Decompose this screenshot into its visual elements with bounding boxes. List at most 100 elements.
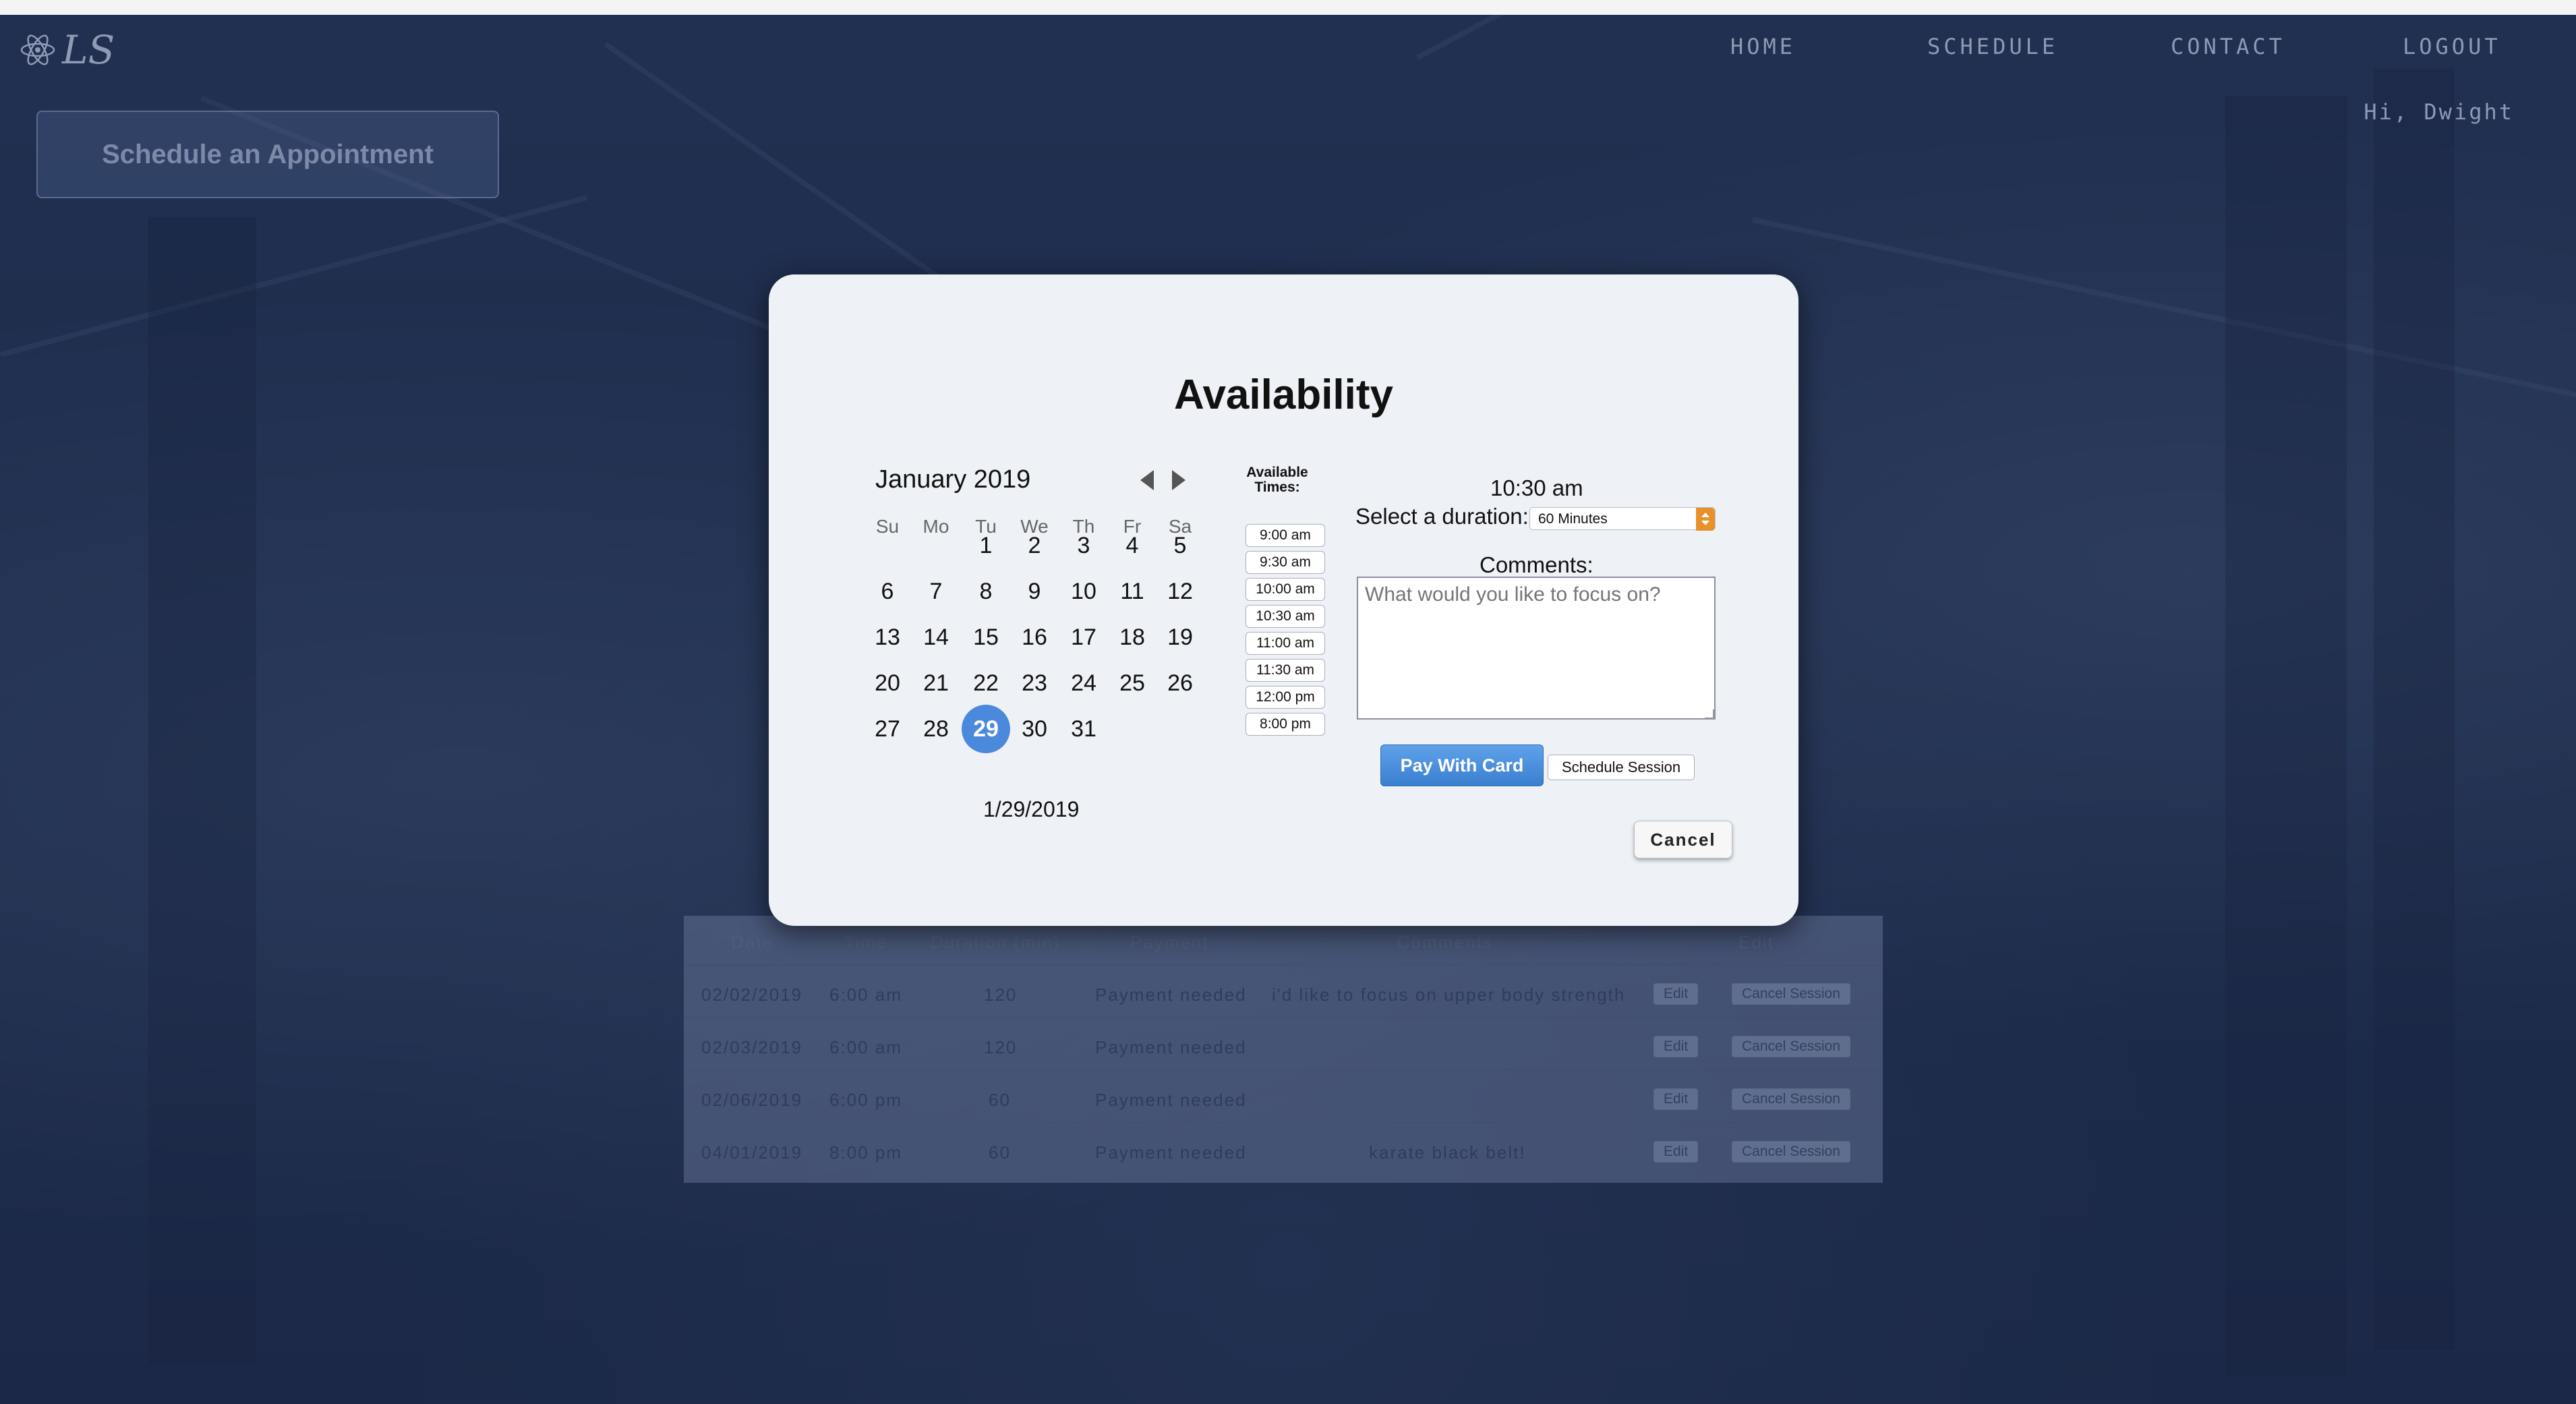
calendar-day[interactable]: 12 xyxy=(1156,567,1204,616)
calendar-day[interactable]: 16 xyxy=(1010,613,1059,662)
selected-date: 1/29/2019 xyxy=(983,797,1080,821)
calendar-day[interactable]: 20 xyxy=(863,659,912,707)
calendar-day[interactable]: 9 xyxy=(1010,567,1059,616)
schedule-session-button[interactable]: Schedule Session xyxy=(1548,755,1695,780)
cancel-session-button[interactable]: Cancel Session xyxy=(1732,983,1850,1005)
atom-icon xyxy=(20,34,55,65)
column-header-payment: Payment xyxy=(1130,932,1209,952)
time-slot-button[interactable]: 8:00 pm xyxy=(1246,713,1325,736)
calendar-day[interactable]: 13 xyxy=(863,613,912,662)
calendar-day[interactable]: 10 xyxy=(1059,567,1108,616)
edit-button[interactable]: Edit xyxy=(1653,1088,1699,1110)
edit-button[interactable]: Edit xyxy=(1653,1141,1699,1163)
select-arrows-icon xyxy=(1696,508,1715,531)
selected-time: 10:30 am xyxy=(1490,475,1583,500)
calendar-day[interactable]: 11 xyxy=(1108,567,1157,616)
nav-home[interactable]: HOME xyxy=(1730,34,1796,59)
calendar-day[interactable]: 25 xyxy=(1108,659,1157,707)
calendar-day[interactable]: 27 xyxy=(863,705,912,753)
cancel-session-button[interactable]: Cancel Session xyxy=(1732,1088,1850,1110)
column-header-time: Time xyxy=(844,932,888,952)
user-greeting: Hi, Dwight xyxy=(2364,99,2514,125)
time-slot-button[interactable]: 12:00 pm xyxy=(1246,686,1325,709)
row-date: 02/03/2019 xyxy=(701,1037,803,1057)
calendar-month-label: January 2019 xyxy=(875,465,1031,494)
row-duration: 120 xyxy=(984,1037,1018,1057)
sessions-table: Date Time Duration (min) Payment Comment… xyxy=(684,916,1883,1183)
calendar-day[interactable]: 18 xyxy=(1108,613,1157,662)
calendar-day[interactable]: 8 xyxy=(962,567,1010,616)
column-header-edit: Edit xyxy=(1738,932,1774,952)
calendar-day[interactable]: 30 xyxy=(1010,705,1059,753)
time-slot-button[interactable]: 9:30 am xyxy=(1246,551,1325,574)
comments-label: Comments: xyxy=(1480,552,1593,577)
calendar-day[interactable]: 7 xyxy=(912,567,960,616)
cancel-session-button[interactable]: Cancel Session xyxy=(1732,1036,1850,1057)
calendar-day[interactable]: 15 xyxy=(962,613,1010,662)
row-comments: karate black belt! xyxy=(1369,1142,1526,1163)
calendar-day[interactable]: 28 xyxy=(912,705,960,753)
nav-logout[interactable]: LOGOUT xyxy=(2403,34,2501,59)
row-duration: 120 xyxy=(984,985,1018,1005)
schedule-appointment-button[interactable]: Schedule an Appointment xyxy=(36,111,499,198)
edit-button[interactable]: Edit xyxy=(1653,1036,1699,1057)
cancel-button[interactable]: Cancel xyxy=(1634,821,1732,858)
comments-field[interactable] xyxy=(1357,577,1716,720)
calendar-day[interactable]: 23 xyxy=(1010,659,1059,707)
row-duration: 60 xyxy=(989,1142,1011,1163)
calendar-day[interactable]: 24 xyxy=(1059,659,1108,707)
row-time: 8:00 pm xyxy=(829,1142,902,1163)
calendar-day[interactable]: 3 xyxy=(1059,521,1108,570)
calendar-day[interactable]: 4 xyxy=(1108,521,1157,570)
column-header-comments: Comments xyxy=(1397,932,1493,952)
row-time: 6:00 pm xyxy=(829,1090,902,1110)
time-slot-button[interactable]: 10:00 am xyxy=(1246,578,1325,601)
row-date: 02/06/2019 xyxy=(701,1090,803,1110)
row-date: 04/01/2019 xyxy=(701,1142,803,1163)
brand-text: LS xyxy=(62,27,115,73)
calendar-day[interactable]: 19 xyxy=(1156,613,1204,662)
column-header-date: Date xyxy=(731,932,773,952)
weekday-label: Su xyxy=(875,516,900,537)
row-payment: Payment needed xyxy=(1095,985,1247,1005)
calendar-day[interactable]: 21 xyxy=(912,659,960,707)
row-duration: 60 xyxy=(989,1090,1011,1110)
calendar-day-selected[interactable]: 29 xyxy=(962,705,1010,753)
calendar-day[interactable]: 26 xyxy=(1156,659,1204,707)
cancel-session-button[interactable]: Cancel Session xyxy=(1732,1141,1850,1163)
resize-handle-icon[interactable] xyxy=(1705,709,1714,719)
time-slot-button[interactable]: 11:00 am xyxy=(1246,632,1325,655)
time-slot-button[interactable]: 9:00 am xyxy=(1246,524,1325,547)
row-payment: Payment needed xyxy=(1095,1037,1247,1057)
browser-top-strip xyxy=(0,0,2576,15)
weekday-label: Mo xyxy=(923,516,949,537)
nav-contact[interactable]: CONTACT xyxy=(2171,34,2285,59)
availability-modal: Availability January 2019 Su Mo Tu We Th Fr Sa… xyxy=(769,274,1798,926)
duration-value: 60 Minutes xyxy=(1538,511,1608,527)
prev-month-icon[interactable] xyxy=(1140,470,1154,490)
row-comments: i'd like to focus on upper body strength xyxy=(1272,985,1626,1005)
calendar-day[interactable]: 22 xyxy=(962,659,1010,707)
calendar-day[interactable]: 2 xyxy=(1010,521,1059,570)
nav-schedule[interactable]: SCHEDULE xyxy=(1927,34,2058,59)
row-time: 6:00 am xyxy=(829,1037,902,1057)
calendar-day[interactable]: 1 xyxy=(962,521,1010,570)
column-header-duration: Duration (min) xyxy=(931,932,1061,952)
row-time: 6:00 am xyxy=(829,985,902,1005)
calendar-day[interactable]: 31 xyxy=(1059,705,1108,753)
time-slot-button[interactable]: 10:30 am xyxy=(1246,605,1325,628)
time-slot-button[interactable]: 11:30 am xyxy=(1246,659,1325,682)
next-month-icon[interactable] xyxy=(1172,470,1185,490)
calendar-day[interactable]: 17 xyxy=(1059,613,1108,662)
row-payment: Payment needed xyxy=(1095,1142,1247,1163)
calendar-day[interactable]: 14 xyxy=(912,613,960,662)
row-payment: Payment needed xyxy=(1095,1090,1247,1110)
calendar-day[interactable]: 6 xyxy=(863,567,912,616)
edit-button[interactable]: Edit xyxy=(1653,983,1699,1005)
pay-with-card-button[interactable]: Pay With Card xyxy=(1380,744,1544,786)
row-date: 02/02/2019 xyxy=(701,985,803,1005)
available-times-header: Available Times: xyxy=(1246,465,1308,495)
calendar-day[interactable]: 5 xyxy=(1156,521,1204,570)
duration-select[interactable]: 60 Minutes xyxy=(1529,507,1716,531)
brand-logo[interactable]: LS xyxy=(19,27,115,73)
